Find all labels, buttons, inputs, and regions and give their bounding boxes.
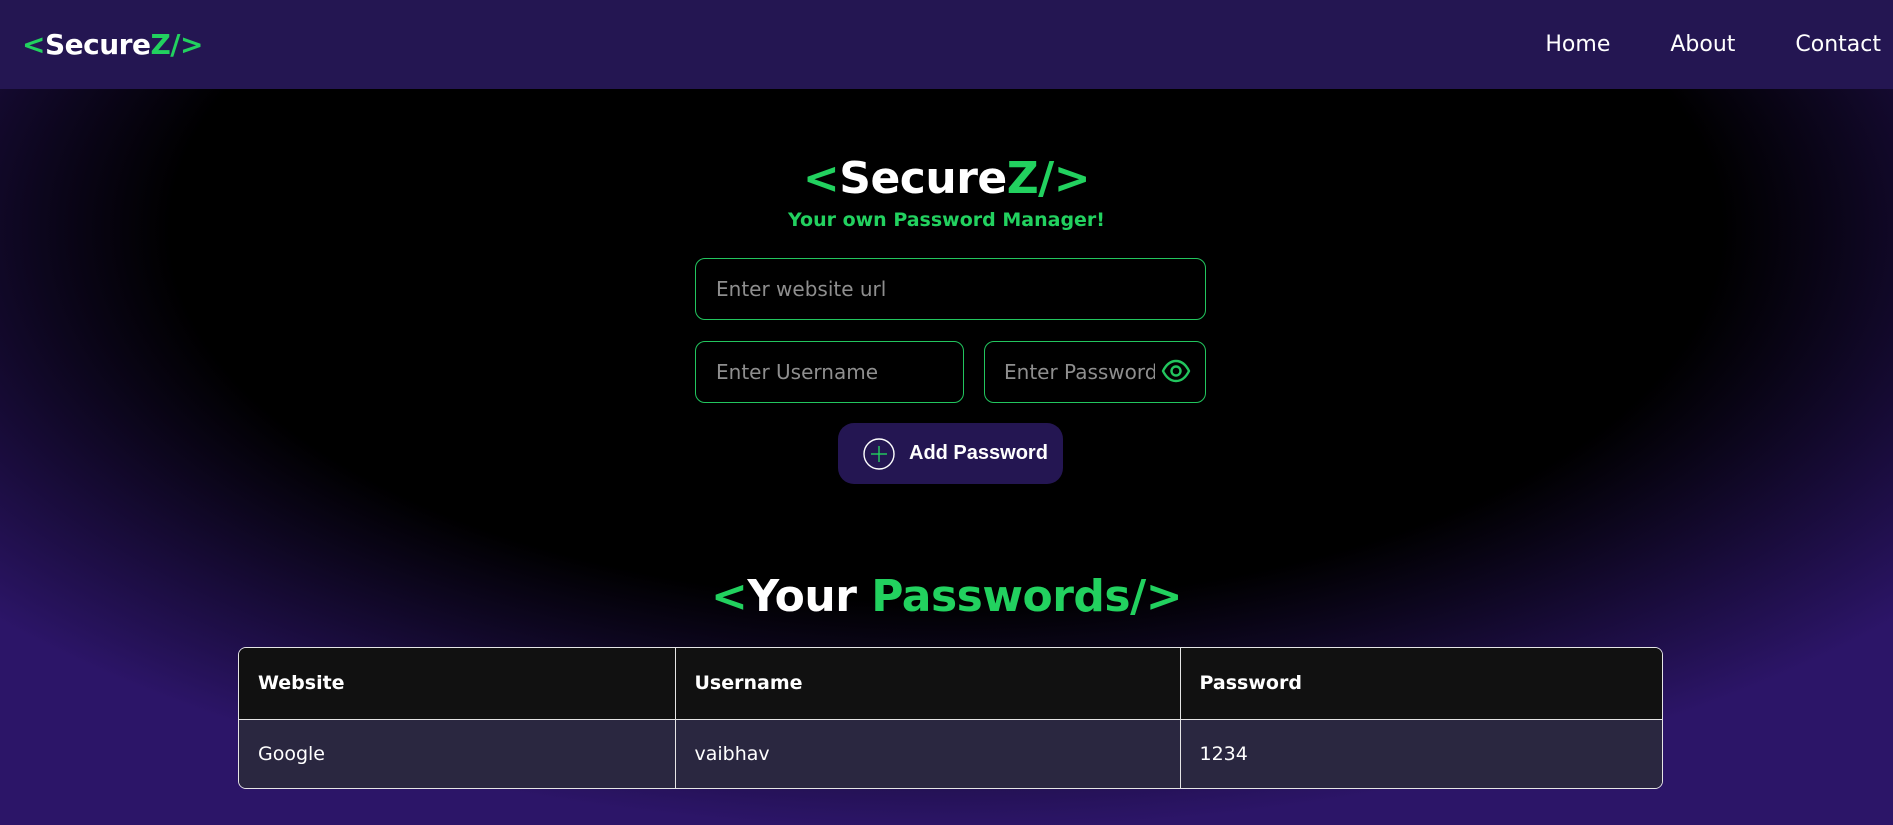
column-header-website: Website — [239, 648, 676, 720]
passwords-title-close: > — [1145, 571, 1183, 622]
hero-title-close: > — [1053, 153, 1091, 204]
logo-name: Secure — [44, 28, 151, 61]
passwords-title-word1: Your — [747, 571, 857, 622]
website-url-input[interactable] — [695, 258, 1206, 320]
cell-website: Google — [239, 719, 676, 788]
plus-circle-icon — [862, 437, 896, 471]
passwords-section-title: <Your Passwords/> — [0, 571, 1893, 622]
nav-links: Home About Contact — [1485, 32, 1881, 57]
passwords-title-open: < — [710, 571, 748, 622]
main-content: <SecureZ/> Your own Password Manager! Ad… — [0, 89, 1893, 825]
hero-subtitle: Your own Password Manager! — [788, 209, 1105, 231]
column-header-password: Password — [1180, 648, 1662, 720]
cell-password: 1234 — [1199, 743, 1248, 766]
column-header-username: Username — [675, 648, 1181, 720]
cell-username: vaibhav — [675, 719, 1181, 788]
nav-link-contact[interactable]: Contact — [1795, 32, 1881, 57]
passwords-title-word2: Passwords/ — [871, 571, 1146, 622]
password-field — [984, 341, 1206, 403]
navbar: <SecureZ/> Home About Contact — [0, 0, 1893, 89]
add-password-button[interactable]: Add Password — [838, 423, 1063, 484]
logo-open-bracket: < — [22, 28, 45, 61]
add-password-label: Add Password — [909, 442, 1048, 464]
table-row[interactable]: Google vaibhav 1234 — [239, 719, 1662, 788]
table-header-row: Website Username Password — [239, 648, 1662, 720]
hero-title-name: Secure — [839, 153, 1007, 204]
nav-link-about[interactable]: About — [1670, 32, 1735, 57]
nav-link-home[interactable]: Home — [1545, 32, 1610, 57]
logo-close-bracket: > — [180, 28, 203, 61]
username-input[interactable] — [695, 341, 964, 403]
logo-accent: Z/ — [150, 28, 180, 61]
hero-title-open: < — [802, 153, 840, 204]
password-input[interactable] — [985, 342, 1155, 401]
navbar-logo[interactable]: <SecureZ/> — [22, 28, 203, 61]
hero-title: <SecureZ/> — [0, 153, 1893, 204]
hero-title-accent: Z/ — [1006, 153, 1054, 204]
passwords-table: Website Username Password Google vaibhav… — [238, 647, 1663, 789]
eye-icon[interactable] — [1161, 358, 1191, 384]
